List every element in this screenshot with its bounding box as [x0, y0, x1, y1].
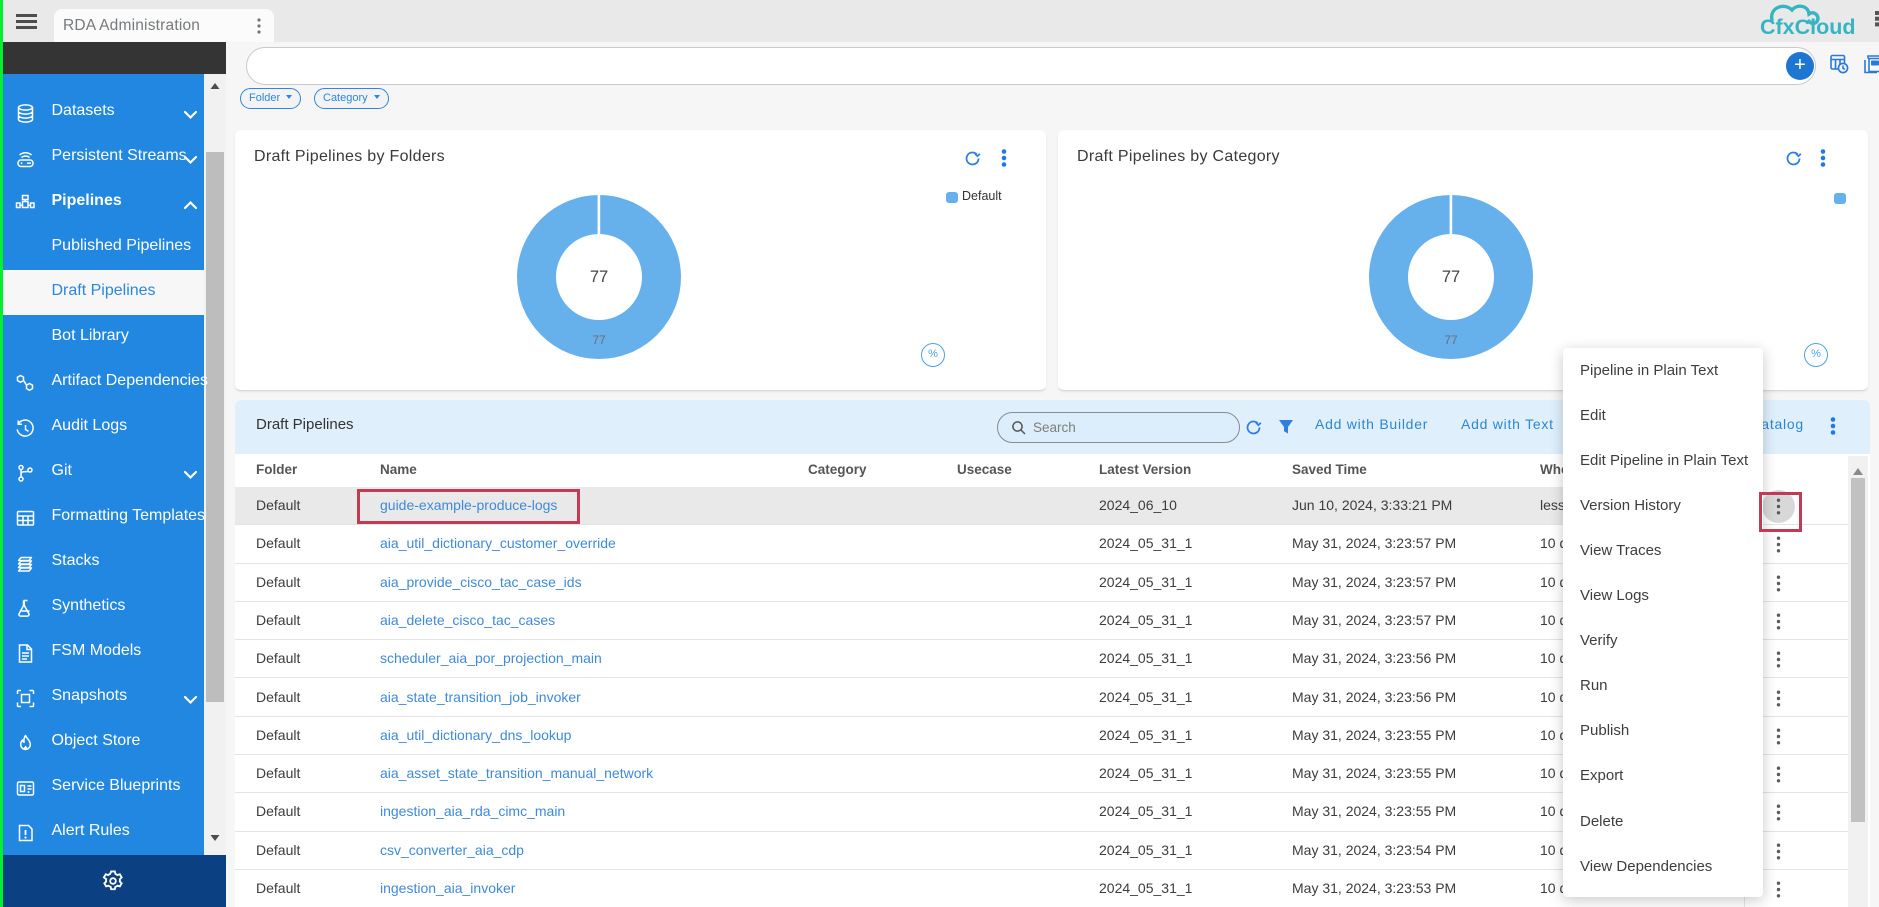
- svg-text:CfxCloud: CfxCloud: [1760, 15, 1856, 39]
